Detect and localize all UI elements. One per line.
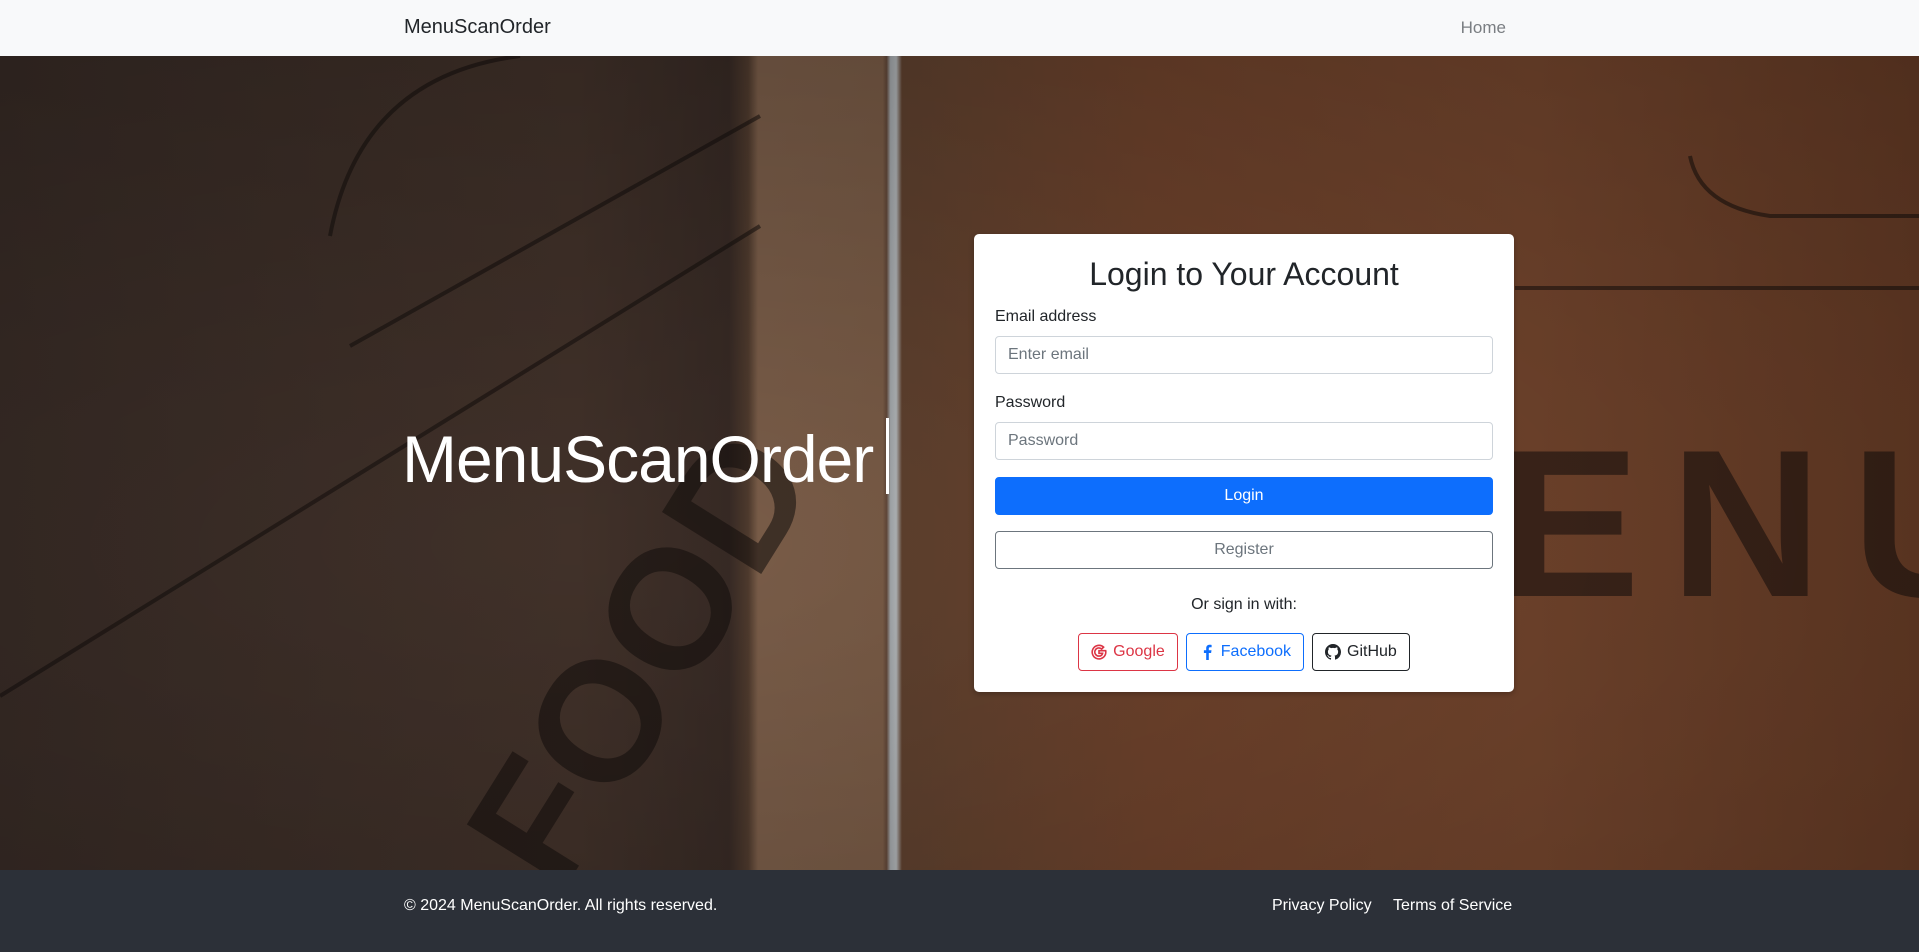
google-icon	[1091, 644, 1107, 660]
navbar: MenuScanOrder Home	[0, 0, 1919, 56]
email-input[interactable]	[995, 336, 1493, 374]
password-input[interactable]	[995, 422, 1493, 460]
facebook-login-button[interactable]: Facebook	[1185, 633, 1305, 671]
copyright-text: © 2024 MenuScanOrder. All rights reserve…	[404, 897, 718, 914]
github-icon	[1325, 644, 1342, 660]
footer: © 2024 MenuScanOrder. All rights reserve…	[0, 870, 1919, 952]
facebook-label: Facebook	[1220, 643, 1292, 660]
facebook-icon	[1199, 644, 1215, 660]
navbar-brand[interactable]: MenuScanOrder	[404, 16, 551, 39]
hero-section: FOOD ENU MenuScanOrder	[0, 56, 1919, 870]
password-label: Password	[995, 394, 1066, 411]
github-label: GitHub	[1347, 643, 1397, 660]
google-login-button[interactable]: Google	[1078, 633, 1178, 671]
hero-title: MenuScanOrder	[402, 422, 874, 496]
social-login-row: Google Facebook GitHub	[974, 633, 1514, 671]
or-sign-in-text: Or sign in with:	[1191, 596, 1297, 613]
terms-of-service-link[interactable]: Terms of Service	[1393, 897, 1512, 915]
login-title: Login to Your Account	[1089, 256, 1399, 292]
privacy-policy-link[interactable]: Privacy Policy	[1272, 897, 1372, 915]
login-card: Login to Your Account Email address Pass…	[974, 234, 1514, 692]
nav-home-link[interactable]: Home	[1461, 18, 1506, 38]
hero-overlay	[0, 56, 1919, 870]
email-label: Email address	[995, 308, 1097, 325]
google-label: Google	[1113, 643, 1165, 660]
login-button[interactable]: Login	[995, 477, 1493, 515]
github-login-button[interactable]: GitHub	[1312, 633, 1410, 671]
register-button[interactable]: Register	[995, 531, 1493, 569]
typing-cursor	[886, 418, 889, 494]
